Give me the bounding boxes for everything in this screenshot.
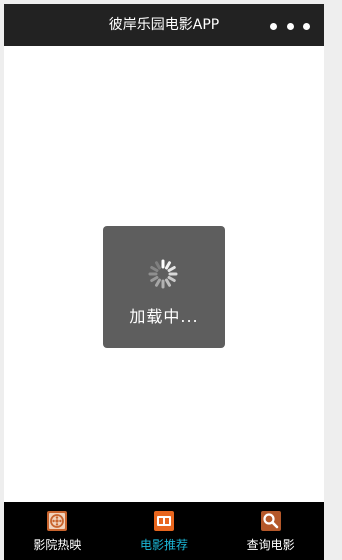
film-strip-icon: [154, 511, 174, 531]
loading-toast: 加载中...: [103, 226, 225, 348]
tab-label: 电影推荐: [140, 538, 189, 552]
more-dots-icon: [303, 22, 310, 30]
tab-label: 影院热映: [33, 538, 82, 552]
tab-search-movie[interactable]: 查询电影: [217, 502, 324, 560]
tab-label: 查询电影: [246, 538, 295, 552]
tab-recommended[interactable]: 电影推荐: [111, 502, 218, 560]
more-dots-icon: [270, 22, 277, 30]
film-reel-icon: [47, 511, 68, 531]
more-menu-button[interactable]: [270, 18, 310, 34]
tab-now-showing[interactable]: 影院热映: [4, 502, 111, 560]
app-window: 彼岸乐园电影APP 加载中... 影院热映 电影推荐 查询电影: [4, 4, 324, 560]
bottom-tab-bar: 影院热映 电影推荐 查询电影: [4, 502, 324, 560]
more-dots-icon: [286, 22, 294, 30]
loading-text: 加载中...: [129, 307, 199, 326]
search-icon: [260, 511, 281, 531]
loading-spinner-icon: [148, 259, 178, 289]
title-bar: 彼岸乐园电影APP: [4, 4, 324, 46]
